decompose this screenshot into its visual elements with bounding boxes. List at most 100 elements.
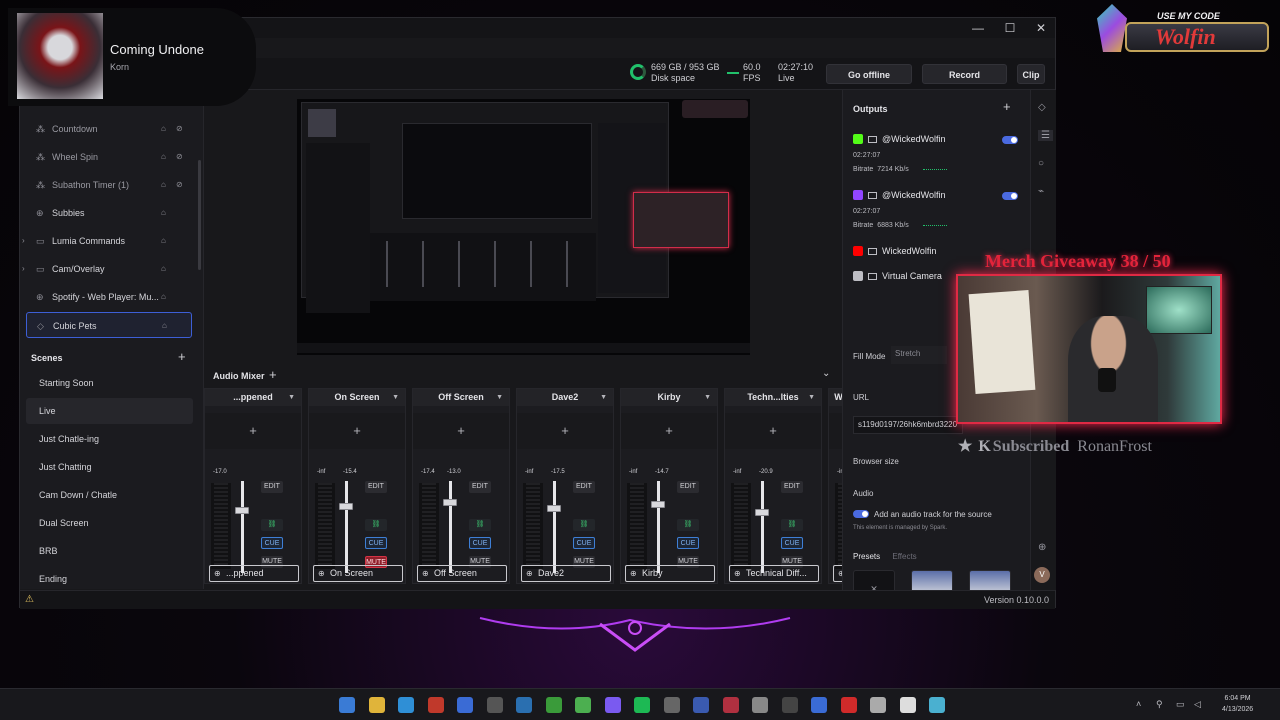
cue-button[interactable]: CUE xyxy=(261,537,283,549)
strip-header[interactable]: Techn...lties ▼ xyxy=(725,389,821,406)
strip-header[interactable]: ...ppened ▼ xyxy=(205,389,301,406)
taskbar-app-icon[interactable] xyxy=(693,697,709,713)
fader-knob[interactable] xyxy=(547,505,561,512)
cue-button[interactable]: CUE xyxy=(365,537,387,549)
record-button[interactable]: Record xyxy=(922,64,1007,84)
volume-fader[interactable] xyxy=(345,481,348,573)
settings-icon[interactable]: ⊕ xyxy=(1038,542,1046,553)
lock-icon[interactable]: ⌂ xyxy=(161,256,166,282)
link-icon[interactable]: ⛓ xyxy=(677,519,699,531)
cue-button[interactable]: CUE xyxy=(781,537,803,549)
edit-button[interactable]: EDIT xyxy=(573,481,595,493)
taskbar-app-icon[interactable] xyxy=(604,697,621,713)
clip-button[interactable]: Clip xyxy=(1017,64,1045,84)
taskbar-app-icon[interactable] xyxy=(516,697,532,713)
strip-header[interactable]: On Screen ▼ xyxy=(309,389,405,406)
cue-button[interactable]: CUE xyxy=(469,537,491,549)
output-item[interactable]: @WickedWolfin xyxy=(853,134,945,144)
lock-icon[interactable]: ⌂ xyxy=(162,313,167,339)
strip-footer[interactable]: ⊕ Kirby xyxy=(625,565,715,582)
volume-icon[interactable]: ◁ xyxy=(1194,699,1201,710)
add-filter-button[interactable]: + xyxy=(309,413,405,449)
scene-item[interactable]: BRB xyxy=(26,538,193,564)
chevron-up-icon[interactable]: ˄ xyxy=(1136,699,1141,709)
scene-item[interactable]: Ending xyxy=(26,566,193,592)
taskbar-app-icon[interactable] xyxy=(368,697,385,713)
scene-item[interactable]: Just Chatle-ing xyxy=(26,426,193,452)
add-filter-button[interactable]: + xyxy=(725,413,821,449)
fill-mode-select[interactable]: Stretch xyxy=(891,346,947,364)
chevron-down-icon[interactable]: ▼ xyxy=(288,389,295,406)
chevron-down-icon[interactable]: ▼ xyxy=(808,389,815,406)
chevron-right-icon[interactable]: › xyxy=(22,256,25,282)
taskbar-app-icon[interactable] xyxy=(575,697,591,713)
taskbar-app-icon[interactable] xyxy=(781,697,798,713)
edit-button[interactable]: EDIT xyxy=(677,481,699,493)
taskbar-app-icon[interactable] xyxy=(899,697,916,713)
chevron-down-icon[interactable]: ▼ xyxy=(704,389,711,406)
taskbar-app-icon[interactable] xyxy=(398,697,414,713)
go-offline-button[interactable]: Go offline xyxy=(826,64,912,84)
lock-icon[interactable]: ⌂ xyxy=(161,284,166,310)
strip-header[interactable]: Kirby ▼ xyxy=(621,389,717,406)
fader-knob[interactable] xyxy=(755,509,769,516)
warning-icon[interactable]: ⚠ xyxy=(25,594,34,605)
url-input[interactable]: s119d0197/26hk6mbrd3220 xyxy=(853,416,963,434)
taskbar-app-icon[interactable] xyxy=(634,697,650,713)
volume-fader[interactable] xyxy=(761,481,764,573)
scene-item[interactable]: Dual Screen xyxy=(26,510,193,536)
scene-item[interactable]: Starting Soon xyxy=(26,370,193,396)
taskbar-app-icon[interactable] xyxy=(486,697,503,713)
sliders-icon[interactable]: ☰ xyxy=(1038,130,1053,141)
taskbar-app-icon[interactable] xyxy=(339,697,355,713)
lock-icon[interactable]: ⌂ xyxy=(161,172,166,198)
cue-button[interactable]: CUE xyxy=(677,537,699,549)
lock-icon[interactable]: ⌂ xyxy=(161,228,166,254)
strip-header[interactable]: Dave2 ▼ xyxy=(517,389,613,406)
add-filter-button[interactable]: + xyxy=(205,413,301,449)
strip-header[interactable]: Off Screen ▼ xyxy=(413,389,509,406)
source-item[interactable]: ◇ Cubic Pets ⌂ xyxy=(26,312,192,338)
chevron-down-icon[interactable]: ▼ xyxy=(392,389,399,406)
output-item[interactable]: WickedWolfin xyxy=(853,246,936,256)
strip-footer[interactable]: ⊕ Dave2 xyxy=(521,565,611,582)
visibility-icon[interactable]: ⊘ xyxy=(176,144,183,170)
scene-item[interactable]: Live xyxy=(26,398,193,424)
taskbar-app-icon[interactable] xyxy=(929,697,945,713)
volume-fader[interactable] xyxy=(657,481,660,573)
edit-button[interactable]: EDIT xyxy=(781,481,803,493)
cue-button[interactable]: CUE xyxy=(573,537,595,549)
link-icon[interactable]: ⛓ xyxy=(469,519,491,531)
output-toggle[interactable] xyxy=(1002,136,1018,144)
clock[interactable]: 6:04 PM 4/13/2026 xyxy=(1222,693,1253,715)
fader-knob[interactable] xyxy=(651,501,665,508)
tab-effects[interactable]: Effects xyxy=(892,552,916,561)
fader-knob[interactable] xyxy=(443,499,457,506)
chevron-down-icon[interactable]: ⌄ xyxy=(822,368,830,379)
avatar[interactable]: V xyxy=(1034,567,1050,583)
edit-button[interactable]: EDIT xyxy=(469,481,491,493)
fader-knob[interactable] xyxy=(339,503,353,510)
add-filter-button[interactable]: + xyxy=(517,413,613,449)
lock-icon[interactable]: ⌂ xyxy=(161,116,166,142)
add-output-button[interactable]: + xyxy=(1003,99,1011,114)
visibility-icon[interactable]: ⊘ xyxy=(176,172,183,198)
strip-footer[interactable]: ⊕ Technical Diff... xyxy=(729,565,819,582)
taskbar-app-icon[interactable] xyxy=(427,697,444,713)
source-item[interactable]: ⁂ Countdown ⌂ ⊘ xyxy=(26,116,192,142)
output-item[interactable]: Virtual Camera xyxy=(853,271,942,281)
taskbar-app-icon[interactable] xyxy=(811,697,827,713)
volume-fader[interactable] xyxy=(553,481,556,573)
maximize-button[interactable]: ☐ xyxy=(995,20,1025,36)
chevron-right-icon[interactable]: › xyxy=(22,228,25,254)
close-button[interactable]: ✕ xyxy=(1026,20,1056,36)
source-item[interactable]: ⊕ Spotify - Web Player: Mu... ⌂ xyxy=(26,284,192,310)
scene-item[interactable]: Just Chatting xyxy=(26,454,193,480)
taskbar-app-icon[interactable] xyxy=(752,697,768,713)
tab-presets[interactable]: Presets xyxy=(853,552,880,561)
taskbar-app-icon[interactable] xyxy=(840,697,857,713)
sources-scrollbar[interactable] xyxy=(198,160,201,270)
edit-button[interactable]: EDIT xyxy=(365,481,387,493)
volume-fader[interactable] xyxy=(449,481,452,573)
stream-preview[interactable] xyxy=(297,99,750,355)
